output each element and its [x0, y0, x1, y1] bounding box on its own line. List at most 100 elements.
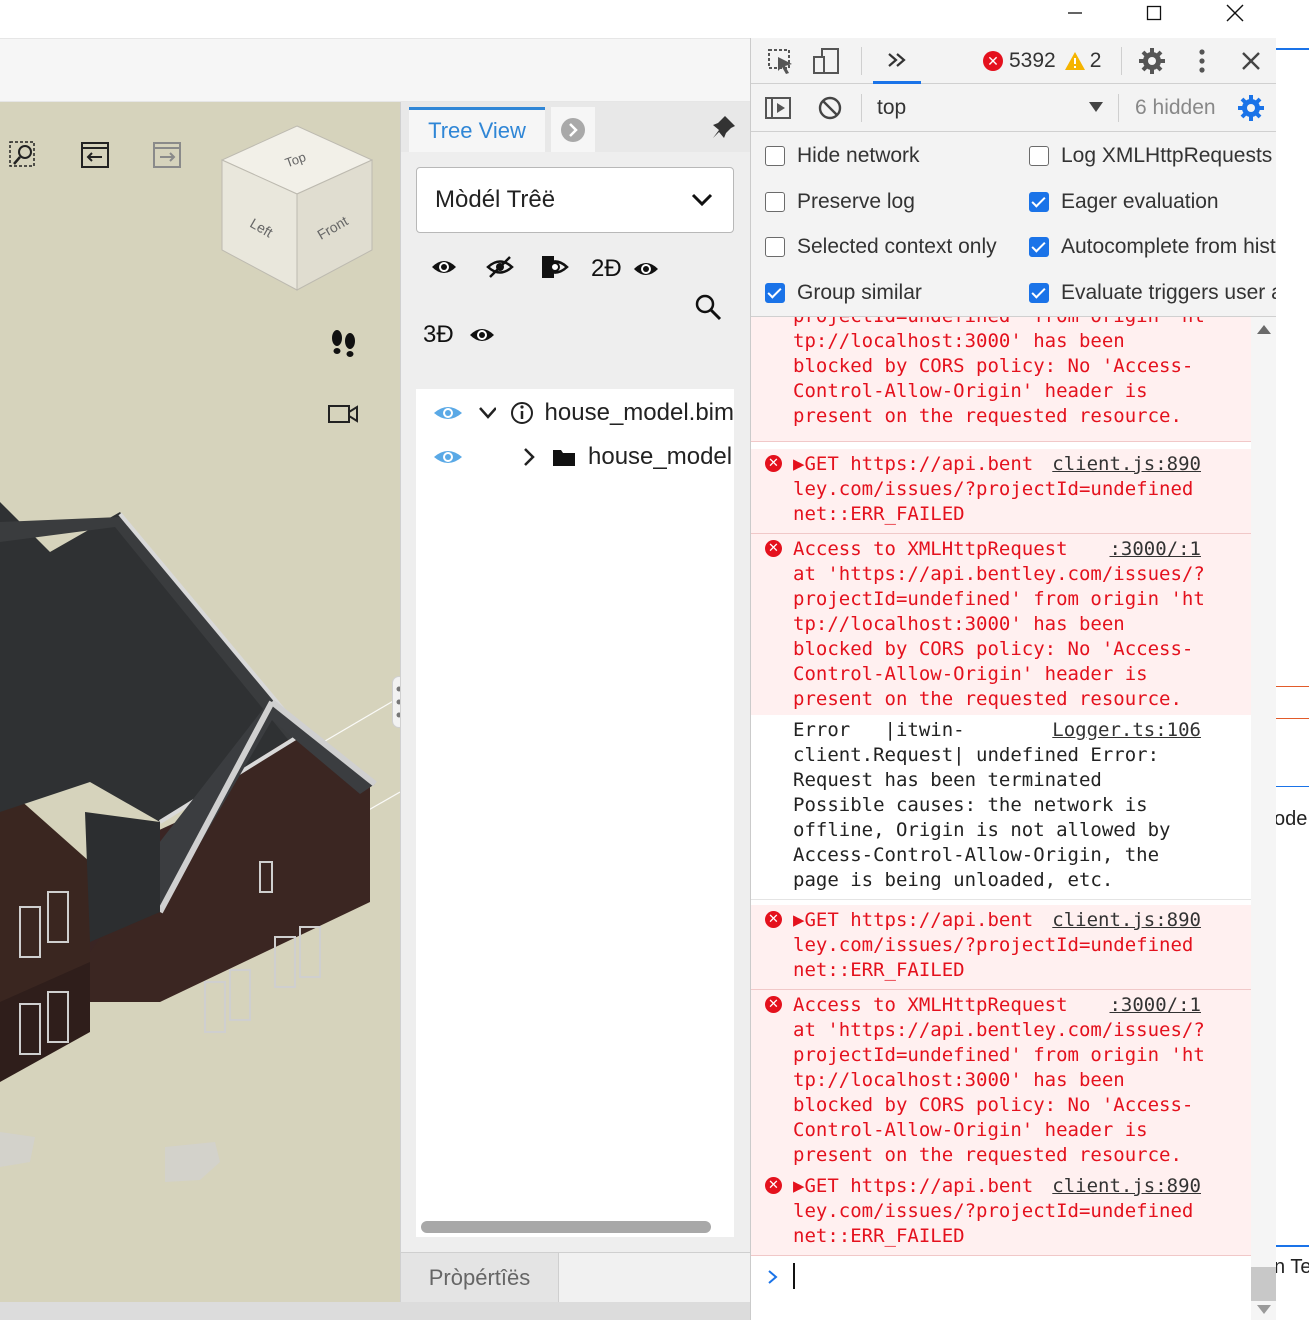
- console-message-line: net::ERR_FAILED: [793, 503, 965, 525]
- console-message-line: blocked by CORS policy: No 'Access-: [793, 355, 1194, 377]
- search-icon[interactable]: [691, 290, 725, 324]
- tree-row[interactable]: house_model.bim: [416, 391, 734, 435]
- console-message[interactable]: projectId=undefined' from origin 'http:/…: [751, 317, 1251, 442]
- house-model[interactable]: [0, 482, 400, 1302]
- chevron-right-icon[interactable]: [522, 447, 536, 467]
- navigation-cube[interactable]: Top Left Front: [215, 122, 380, 297]
- text-cursor: [793, 1263, 795, 1289]
- visibility-eye-icon[interactable]: [432, 402, 462, 424]
- model-tree-select[interactable]: Mòdél Trêë: [416, 167, 734, 233]
- log-xhr-checkbox[interactable]: Log XMLHttpRequests: [1029, 142, 1277, 170]
- checkbox-checked[interactable]: [765, 283, 785, 303]
- checkbox-checked[interactable]: [1029, 283, 1049, 303]
- show-all-icon[interactable]: [427, 250, 461, 284]
- error-icon: ✕: [765, 1177, 782, 1194]
- eager-evaluation-checkbox[interactable]: Eager evaluation: [1029, 188, 1277, 216]
- scroll-down-icon[interactable]: [1257, 1305, 1271, 1315]
- tab-scroll-right[interactable]: [551, 107, 595, 152]
- console-message-line: Access-Control-Allow-Origin, the: [793, 844, 1160, 866]
- console-message[interactable]: ✕ ▶GET https://api.bent ley.com/issues/?pr…: [751, 449, 1251, 534]
- console-message[interactable]: ✕ ▶GET https://api.bent ley.com/issues/?pr…: [751, 1171, 1251, 1256]
- model-tree-select-value: Mòdél Trêë: [435, 186, 556, 213]
- footprints-icon[interactable]: [326, 326, 360, 360]
- console-message-line: net::ERR_FAILED: [793, 1225, 965, 1247]
- window-area-icon[interactable]: [6, 138, 40, 172]
- inspect-element-icon[interactable]: [763, 44, 797, 78]
- invert-visibility-icon[interactable]: [538, 250, 572, 284]
- checkbox[interactable]: [765, 237, 785, 257]
- context-selector[interactable]: top: [877, 92, 1107, 124]
- preserve-log-label: Preserve log: [797, 190, 915, 213]
- preserve-log-checkbox[interactable]: Preserve log: [765, 188, 915, 216]
- maximize-icon[interactable]: [1131, 0, 1177, 26]
- hide-all-icon[interactable]: [483, 250, 517, 284]
- console-message-source-link[interactable]: client.js:890: [1052, 908, 1201, 933]
- close-devtools-icon[interactable]: [1234, 44, 1268, 78]
- kebab-menu-icon[interactable]: [1185, 44, 1219, 78]
- autocomplete-checkbox[interactable]: Autocomplete from history: [1029, 233, 1277, 261]
- view-2d-button[interactable]: 2Đ: [591, 252, 660, 286]
- separator: [861, 94, 862, 122]
- console-message-source-link[interactable]: :3000/:1: [1109, 537, 1201, 562]
- group-similar-checkbox[interactable]: Group similar: [765, 279, 922, 307]
- hidden-count: 6 hidden: [1135, 96, 1216, 119]
- evaluate-triggers-label: Evaluate triggers user activation: [1061, 281, 1277, 304]
- tree-row[interactable]: house_model: [416, 435, 734, 479]
- checkbox[interactable]: [765, 146, 785, 166]
- console-message-line: client.Request| undefined Error:: [793, 744, 1160, 766]
- checkbox-checked[interactable]: [1029, 237, 1049, 257]
- evaluate-triggers-checkbox[interactable]: Evaluate triggers user activation: [1029, 279, 1277, 307]
- separator: [861, 47, 862, 75]
- bottom-scrollbar[interactable]: [0, 1302, 750, 1320]
- camera-icon[interactable]: [326, 397, 360, 431]
- issue-counter[interactable]: ✕ 5392 2: [983, 48, 1101, 74]
- selected-context-checkbox[interactable]: Selected context only: [765, 233, 997, 261]
- checkbox[interactable]: [765, 192, 785, 212]
- view-undo-icon[interactable]: [78, 138, 112, 172]
- gear-icon[interactable]: [1135, 44, 1169, 78]
- horizontal-scrollbar[interactable]: [421, 1221, 711, 1233]
- tab-tree-view[interactable]: Tree View: [409, 107, 545, 152]
- devtools-panel: ✕ 5392 2 top 6 hidden Hide network Log X…: [750, 38, 1277, 1320]
- view-redo-icon[interactable]: [150, 138, 184, 172]
- device-toolbar-icon[interactable]: [809, 44, 843, 78]
- minimize-icon[interactable]: [1052, 0, 1098, 26]
- hide-network-checkbox[interactable]: Hide network: [765, 142, 920, 170]
- checkbox[interactable]: [1029, 146, 1049, 166]
- console-message-source-link[interactable]: client.js:890: [1052, 1174, 1201, 1199]
- visibility-eye-icon[interactable]: [432, 446, 464, 468]
- checkbox-checked[interactable]: [1029, 192, 1049, 212]
- console-message-source-link[interactable]: Logger.ts:106: [1052, 718, 1201, 743]
- console-message[interactable]: Error |itwin-client.Request| undefined E…: [751, 715, 1251, 900]
- console-scrollbar[interactable]: [1251, 317, 1277, 1320]
- console-message-line: page is being unloaded, etc.: [793, 869, 1114, 891]
- 3d-viewport[interactable]: Top Left Front: [0, 102, 400, 1302]
- console-message-source-link[interactable]: :3000/:1: [1109, 993, 1201, 1018]
- eager-evaluation-label: Eager evaluation: [1061, 190, 1219, 213]
- context-selector-value: top: [877, 96, 907, 119]
- console-message-source-link[interactable]: client.js:890: [1052, 452, 1201, 477]
- window-titlebar: [0, 0, 1276, 38]
- close-icon[interactable]: [1212, 0, 1258, 26]
- console-settings-icon[interactable]: [1234, 91, 1268, 125]
- console-messages[interactable]: projectId=undefined' from origin 'http:/…: [751, 317, 1251, 1257]
- pin-icon[interactable]: [707, 110, 741, 144]
- selected-context-label: Selected context only: [797, 235, 997, 258]
- console-prompt[interactable]: [751, 1257, 1251, 1320]
- tab-properties[interactable]: Pròpértîës: [401, 1252, 559, 1302]
- view-3d-button[interactable]: 3Đ: [423, 318, 496, 352]
- console-message-line: projectId=undefined' from origin 'ht: [793, 317, 1213, 329]
- more-tabs-icon[interactable]: [873, 38, 921, 84]
- sidebar-toggle-icon[interactable]: [761, 91, 795, 125]
- error-icon: ✕: [765, 911, 782, 928]
- console-message[interactable]: ✕ Access to XMLHttpRequest at 'https://api…: [751, 990, 1251, 1175]
- console-message-line: ley.com/issues/?projectId=undefined: [793, 478, 1194, 500]
- console-message[interactable]: ✕ Access to XMLHttpRequest at 'https://api…: [751, 534, 1251, 719]
- separator: [1121, 47, 1122, 75]
- scroll-thumb[interactable]: [1251, 1267, 1277, 1301]
- scroll-up-icon[interactable]: [1257, 325, 1271, 335]
- console-message[interactable]: ✕ ▶GET https://api.bent ley.com/issues/?pr…: [751, 905, 1251, 990]
- chevron-down-icon[interactable]: [478, 406, 497, 420]
- clear-console-icon[interactable]: [813, 91, 847, 125]
- console-message-line: at 'https://api.bentley.com/issues/?: [793, 563, 1205, 585]
